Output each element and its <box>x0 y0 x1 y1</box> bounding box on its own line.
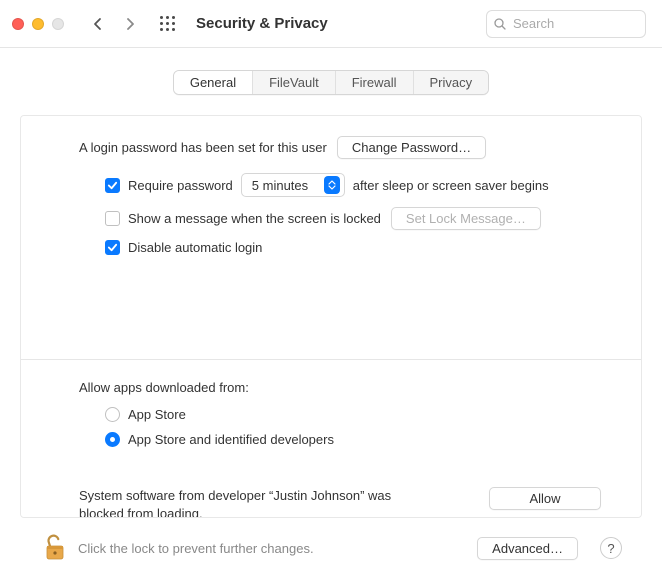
tab-privacy[interactable]: Privacy <box>414 71 489 94</box>
window-controls <box>12 18 64 30</box>
require-password-checkbox[interactable] <box>105 178 120 193</box>
disable-auto-login-checkbox[interactable] <box>105 240 120 255</box>
change-password-button[interactable]: Change Password… <box>337 136 486 159</box>
tab-firewall[interactable]: Firewall <box>336 71 414 94</box>
password-delay-value: 5 minutes <box>252 178 308 193</box>
tab-bar: General FileVault Firewall Privacy <box>173 70 489 95</box>
delay-suffix-text: after sleep or screen saver begins <box>353 178 549 193</box>
back-button[interactable] <box>86 12 110 36</box>
tab-general[interactable]: General <box>174 71 253 94</box>
checkmark-icon <box>107 242 118 253</box>
search-icon <box>494 18 506 30</box>
lock-text: Click the lock to prevent further change… <box>78 541 465 556</box>
set-lock-message-button: Set Lock Message… <box>391 207 541 230</box>
minimize-window-button[interactable] <box>32 18 44 30</box>
disable-auto-login-label: Disable automatic login <box>128 240 262 255</box>
general-panel: A login password has been set for this u… <box>20 115 642 518</box>
stepper-icon <box>324 176 340 194</box>
content-area: General FileVault Firewall Privacy A log… <box>0 48 662 580</box>
window-title: Security & Privacy <box>196 15 478 32</box>
radio-identified[interactable] <box>105 432 120 447</box>
password-set-text: A login password has been set for this u… <box>79 140 327 155</box>
require-password-label: Require password <box>128 178 233 193</box>
zoom-window-button <box>52 18 64 30</box>
radio-appstore-label: App Store <box>128 407 186 422</box>
checkmark-icon <box>107 180 118 191</box>
advanced-button[interactable]: Advanced… <box>477 537 578 560</box>
show-message-checkbox[interactable] <box>105 211 120 226</box>
blocked-software-text: System software from developer “Justin J… <box>79 487 439 518</box>
close-window-button[interactable] <box>12 18 24 30</box>
password-delay-popup[interactable]: 5 minutes <box>241 173 345 197</box>
lock-icon[interactable] <box>44 534 66 562</box>
gatekeeper-section-label: Allow apps downloaded from: <box>79 380 601 395</box>
help-button[interactable]: ? <box>600 537 622 559</box>
search-field-wrap[interactable] <box>486 10 646 38</box>
show-message-label: Show a message when the screen is locked <box>128 211 381 226</box>
show-all-prefs-button[interactable] <box>156 13 178 35</box>
radio-appstore[interactable] <box>105 407 120 422</box>
tab-filevault[interactable]: FileVault <box>253 71 336 94</box>
grid-icon <box>160 16 175 31</box>
allow-button[interactable]: Allow <box>489 487 601 510</box>
forward-button <box>118 12 142 36</box>
section-divider <box>21 359 641 360</box>
search-input[interactable] <box>486 10 646 38</box>
radio-identified-label: App Store and identified developers <box>128 432 334 447</box>
footer: Click the lock to prevent further change… <box>20 518 642 580</box>
titlebar: Security & Privacy <box>0 0 662 48</box>
